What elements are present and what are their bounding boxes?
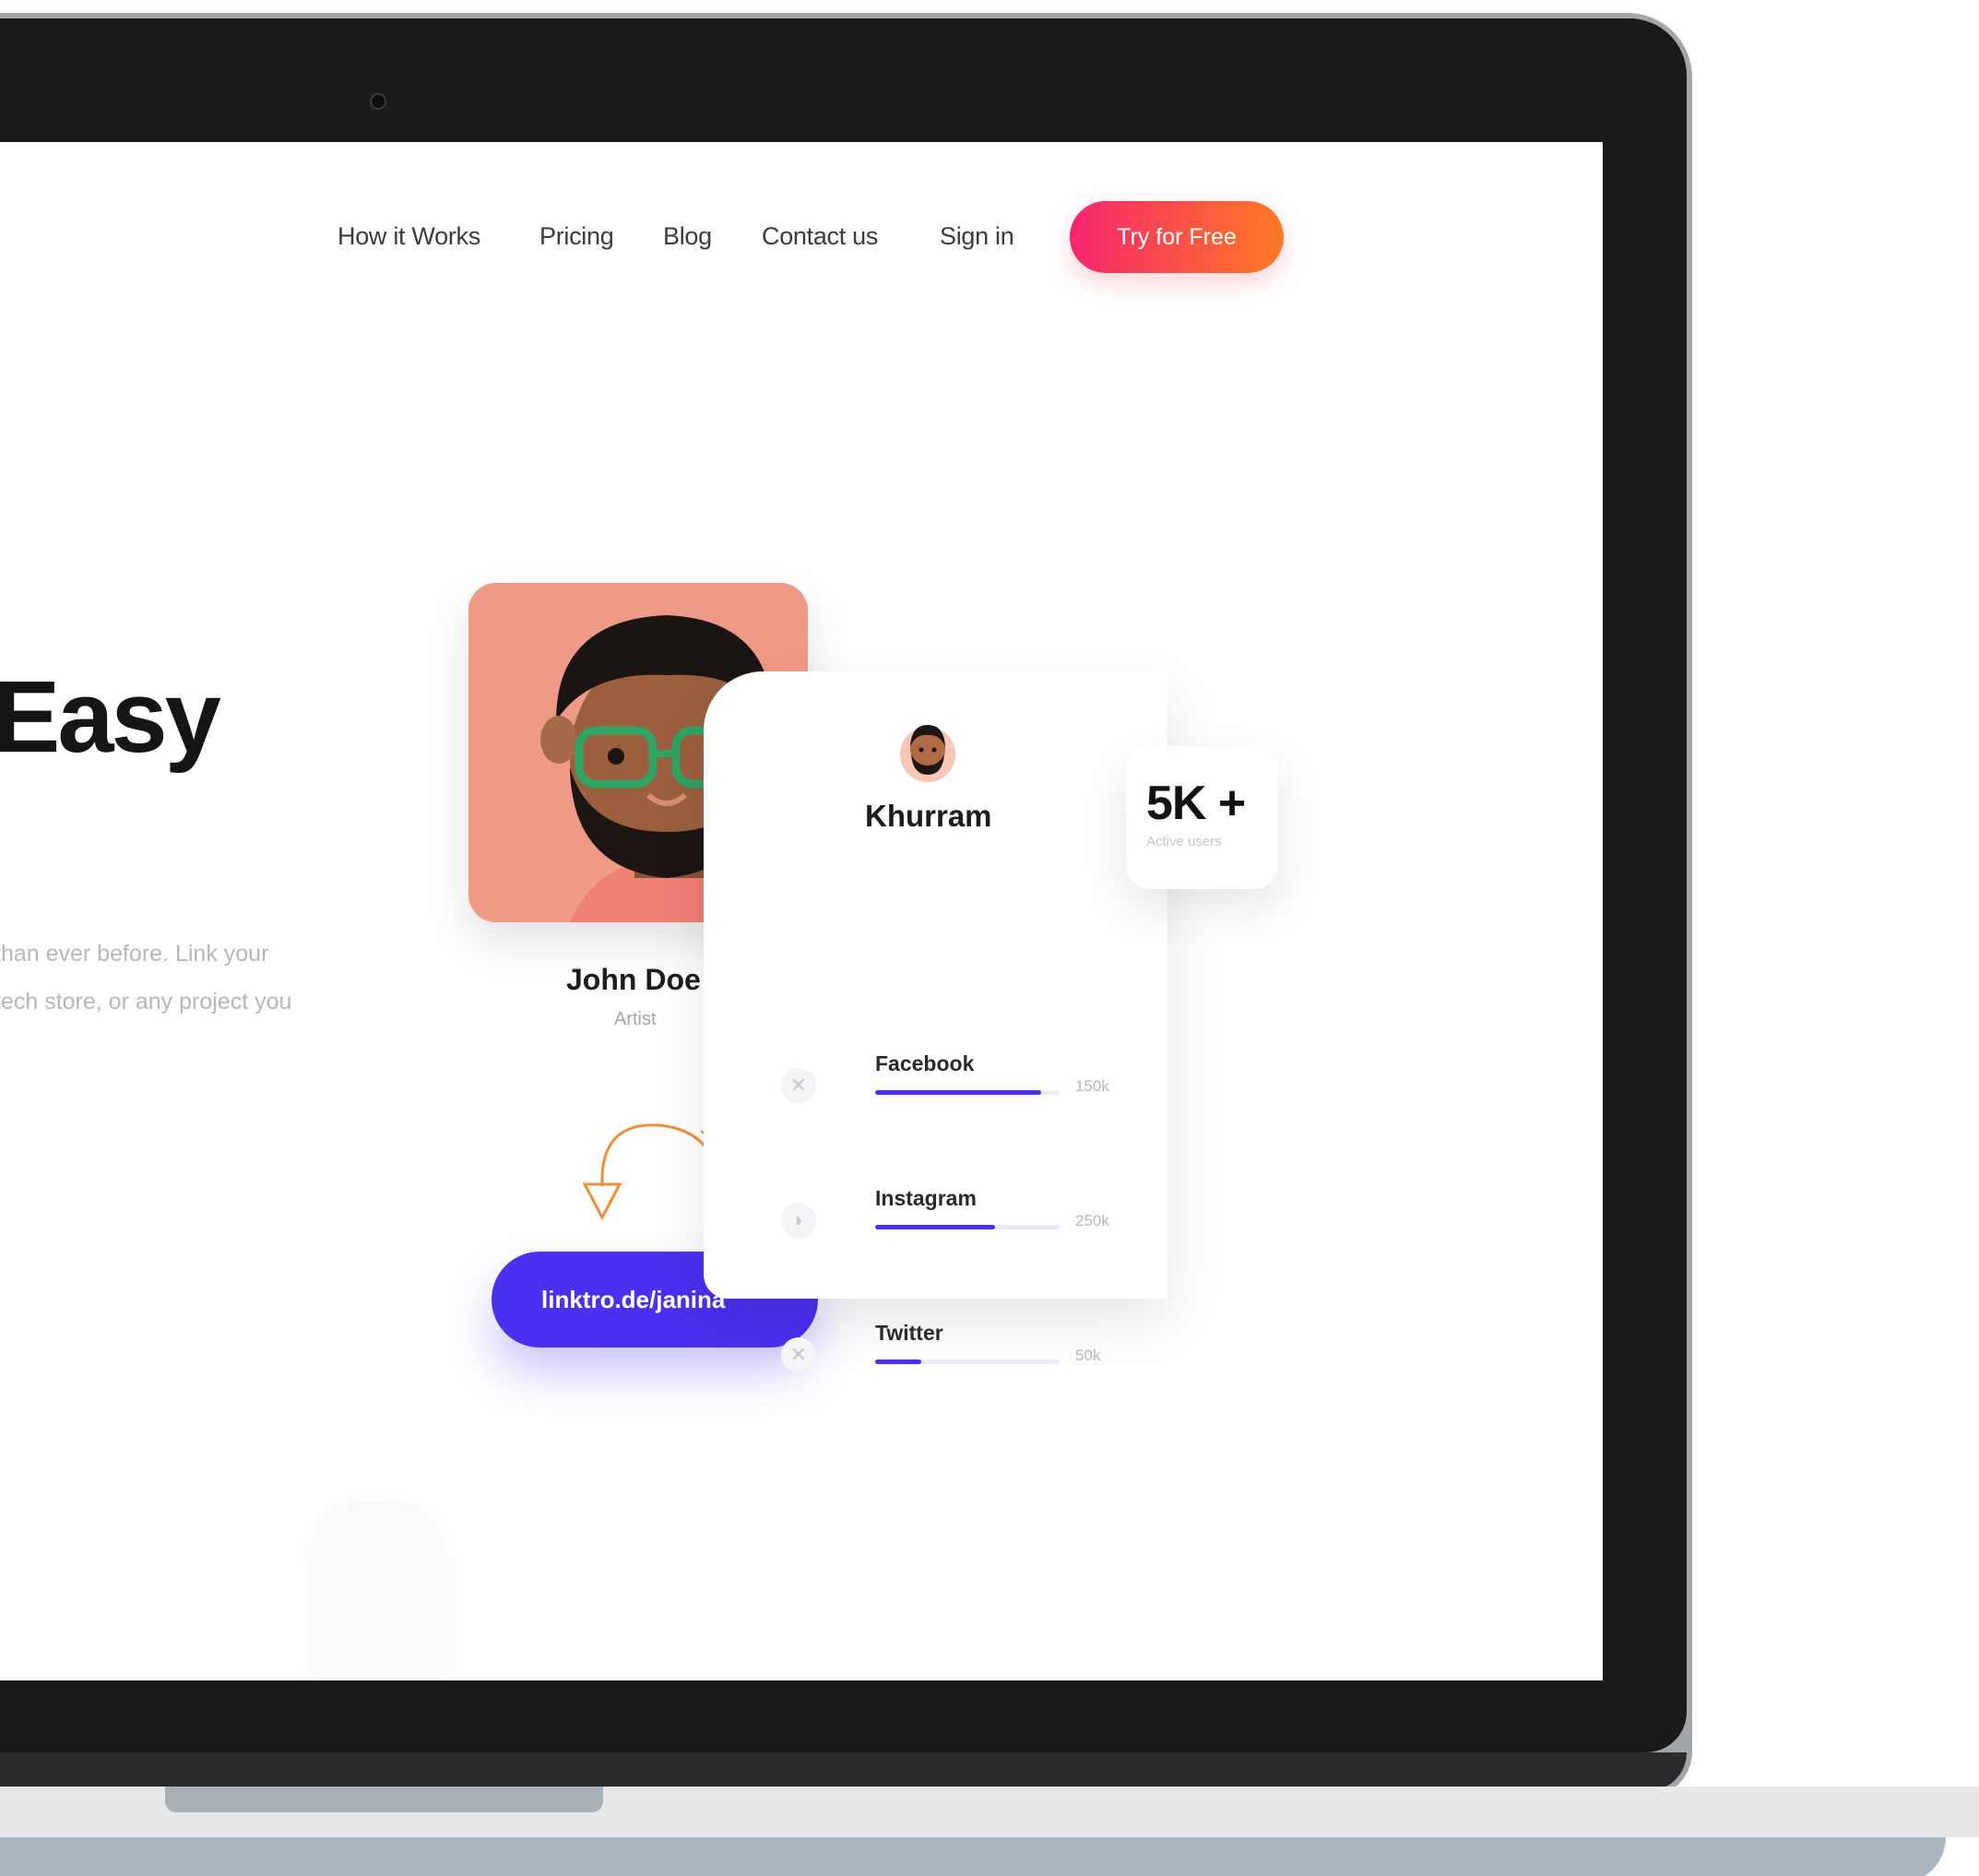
stat-value-facebook: 150k (1075, 1077, 1109, 1095)
stat-row-twitter: ✕ Twitter 50k (704, 1321, 1167, 1404)
hero-text-line-2: tech store, or any project you (0, 989, 292, 1015)
webcam (370, 93, 386, 110)
stat-bar-instagram (875, 1225, 1060, 1229)
active-users-badge: 5K + Active users (1126, 746, 1278, 889)
try-for-free-button[interactable]: Try for Free (1070, 201, 1284, 273)
top-nav: How it Works Pricing Blog Contact us Sig… (0, 209, 1603, 265)
decorative-shape (314, 1507, 443, 1680)
social-stats-card: Khurram ✕ Facebook 150k ◗ Instagram 250k (704, 671, 1167, 1299)
stat-fill-twitter (875, 1360, 921, 1364)
stat-row-instagram: ◗ Instagram 250k (704, 1186, 1167, 1269)
stat-row-facebook-detail: ✕ Facebook 150k (704, 1051, 1167, 1134)
twitter-icon: ✕ (781, 1337, 816, 1372)
stat-label-twitter: Twitter (875, 1321, 943, 1345)
stat-fill-facebook (875, 1090, 1041, 1095)
stat-label-facebook: Facebook (875, 1051, 975, 1075)
nav-how-it-works[interactable]: How it Works (338, 222, 480, 251)
laptop-base-edge (0, 1837, 1946, 1876)
nav-pricing[interactable]: Pricing (539, 222, 614, 251)
nav-contact-us[interactable]: Contact us (762, 222, 878, 251)
stat-label-instagram: Instagram (875, 1186, 977, 1210)
profile-name: John Doe (566, 963, 701, 996)
badge-value: 5K + (1146, 777, 1246, 830)
badge-label: Active users (1146, 834, 1222, 849)
website-screen: How it Works Pricing Blog Contact us Sig… (0, 142, 1603, 1680)
nav-blog[interactable]: Blog (663, 222, 712, 251)
facebook-icon: ✕ (781, 1068, 816, 1103)
stat-value-instagram: 250k (1075, 1212, 1109, 1229)
instagram-icon: ◗ (781, 1203, 816, 1238)
hero-title: Easy (0, 660, 221, 774)
hero-text-line-1: than ever before. Link your (0, 941, 269, 967)
stat-bar-facebook (875, 1090, 1060, 1095)
stats-card-name: Khurram (865, 799, 992, 833)
stat-bar-twitter (875, 1360, 1060, 1364)
laptop-bezel-chin (0, 1752, 1687, 1791)
laptop-notch (165, 1787, 603, 1812)
stat-fill-instagram (875, 1225, 995, 1229)
nav-sign-in[interactable]: Sign in (940, 222, 1014, 251)
profile-role: Artist (614, 1009, 657, 1029)
stat-value-twitter: 50k (1075, 1347, 1101, 1364)
user-avatar-icon (900, 725, 955, 782)
